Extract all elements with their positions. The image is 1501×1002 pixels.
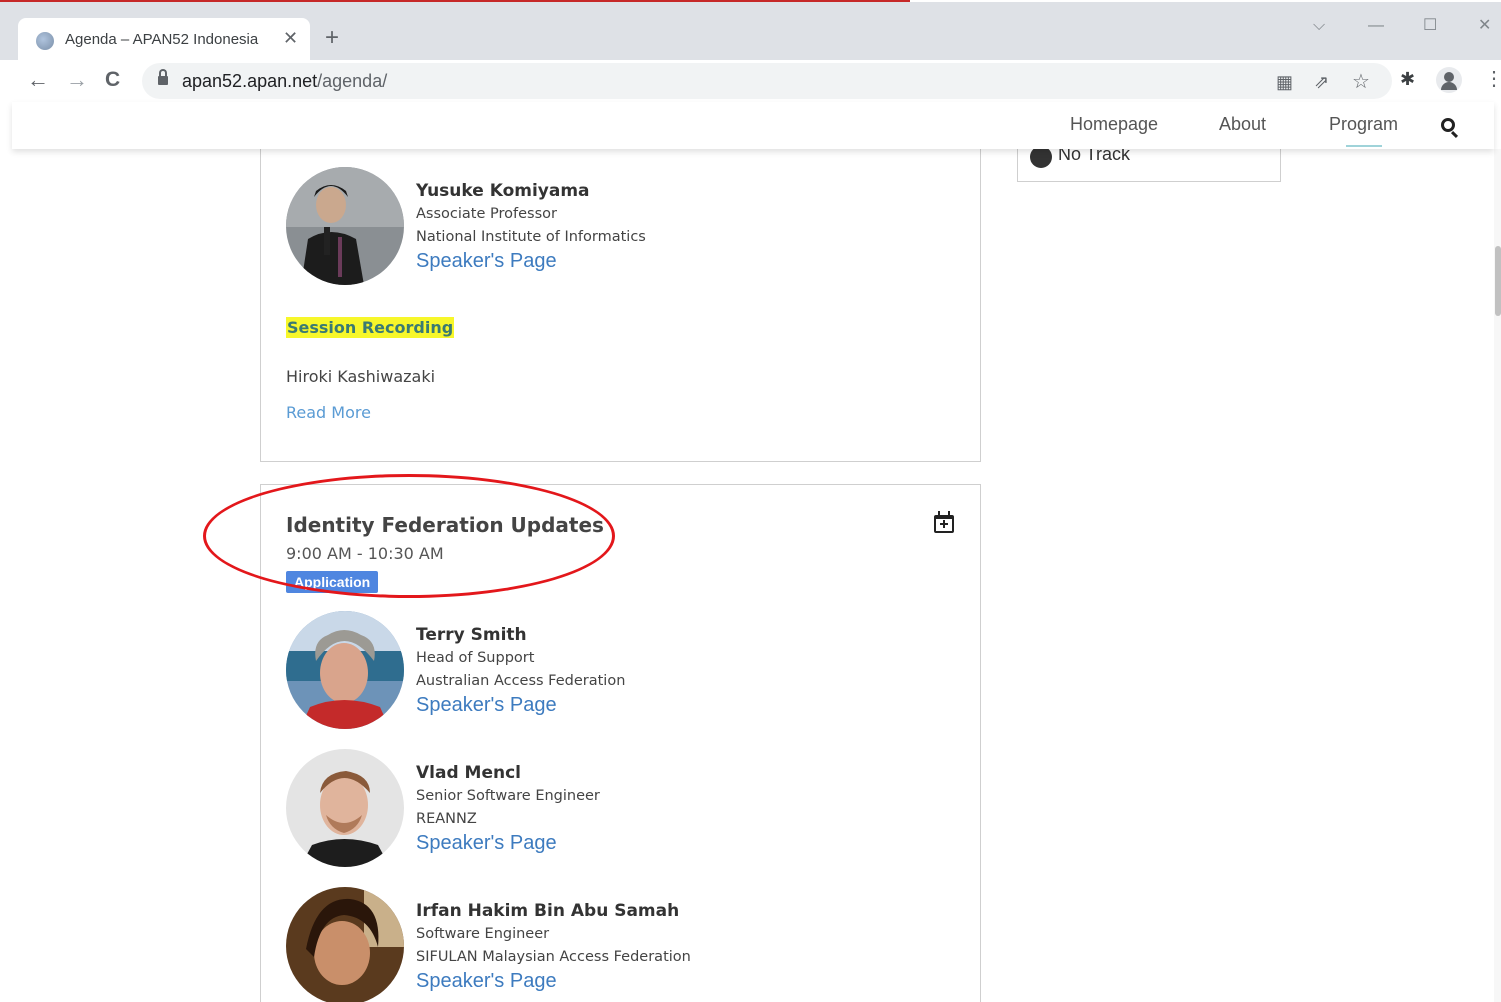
nav-about[interactable]: About <box>1219 114 1266 135</box>
speaker-page-link[interactable]: Speaker's Page <box>416 694 557 717</box>
session-recording-link[interactable]: Session Recording <box>286 317 455 338</box>
profile-icon[interactable] <box>1436 67 1462 93</box>
url-text[interactable]: apan52.apan.net/agenda/ <box>182 71 387 92</box>
nav-homepage[interactable]: Homepage <box>1070 114 1158 135</box>
new-tab-button[interactable]: + <box>325 26 339 50</box>
extensions-icon[interactable]: ✱ <box>1400 68 1415 90</box>
speaker-org: REANNZ <box>416 811 477 827</box>
translate-icon[interactable]: ▦ <box>1276 71 1293 93</box>
forward-button[interactable]: → <box>66 66 88 94</box>
maximize-button[interactable]: ☐ <box>1423 16 1437 36</box>
speaker-name: Terry Smith <box>416 625 527 645</box>
window-close-button[interactable]: ✕ <box>1478 16 1491 36</box>
site-header: Homepage About Program <box>12 102 1494 149</box>
speaker-org: SIFULAN Malaysian Access Federation <box>416 949 691 965</box>
speaker-title: Associate Professor <box>416 206 557 222</box>
speaker-entry: Irfan Hakim Bin Abu Samah Software Engin… <box>286 887 886 1002</box>
speaker-page-link[interactable]: Speaker's Page <box>416 250 557 273</box>
share-icon[interactable]: ⇗ <box>1314 71 1329 93</box>
speaker-name: Vlad Mencl <box>416 763 521 783</box>
speaker-title: Head of Support <box>416 650 535 666</box>
session-title[interactable]: Identity Federation Updates <box>286 513 604 537</box>
back-button[interactable]: ← <box>27 66 49 94</box>
speaker-avatar <box>286 887 404 1002</box>
speaker-org: National Institute of Informatics <box>416 229 646 245</box>
lock-icon[interactable] <box>158 69 168 86</box>
speaker-entry: Yusuke Komiyama Associate Professor Nati… <box>286 167 886 287</box>
speaker-page-link[interactable]: Speaker's Page <box>416 832 557 855</box>
track-badge[interactable]: Application <box>286 571 379 593</box>
speaker-entry: Terry Smith Head of Support Australian A… <box>286 611 886 731</box>
speaker-entry: Vlad Mencl Senior Software Engineer REAN… <box>286 749 886 869</box>
speaker-title: Senior Software Engineer <box>416 788 600 804</box>
reload-button[interactable]: C <box>105 66 120 94</box>
speaker-org: Australian Access Federation <box>416 673 626 689</box>
tab-close-icon[interactable]: ✕ <box>283 28 298 48</box>
menu-icon[interactable]: ⋮ <box>1484 68 1501 90</box>
speaker-avatar <box>286 611 404 729</box>
speaker-name: Irfan Hakim Bin Abu Samah <box>416 901 680 921</box>
browser-tab-strip: Agenda – APAN52 Indonesia ✕ + ⌵ — ☐ ✕ <box>0 2 1501 60</box>
speaker-page-link[interactable]: Speaker's Page <box>416 970 557 993</box>
active-nav-indicator <box>1346 145 1382 147</box>
tab-search-icon[interactable]: ⌵ <box>1313 16 1325 36</box>
session-card: Yusuke Komiyama Associate Professor Nati… <box>260 120 981 462</box>
browser-toolbar: ← → C apan52.apan.net/agenda/ ▦ ⇗ ☆ ✱ ⋮ <box>0 60 1501 102</box>
speaker-avatar <box>286 749 404 867</box>
nav-program[interactable]: Program <box>1329 114 1398 135</box>
address-bar[interactable]: apan52.apan.net/agenda/ ▦ ⇗ ☆ <box>142 63 1392 99</box>
add-to-calendar-icon[interactable] <box>934 511 954 533</box>
read-more-link[interactable]: Read More <box>286 403 371 422</box>
search-icon[interactable] <box>1441 118 1455 132</box>
session-time: 9:00 AM - 10:30 AM <box>286 544 444 563</box>
speaker-title: Software Engineer <box>416 926 550 942</box>
session-card: Identity Federation Updates 9:00 AM - 10… <box>260 484 981 1002</box>
scrollbar-thumb[interactable] <box>1495 246 1501 316</box>
no-track-dot-icon <box>1030 146 1052 168</box>
minimize-button[interactable]: — <box>1368 16 1384 36</box>
session-chair: Hiroki Kashiwazaki <box>286 367 436 386</box>
favicon-icon <box>36 32 54 50</box>
speaker-name: Yusuke Komiyama <box>416 181 590 201</box>
speaker-avatar <box>286 167 404 285</box>
browser-tab[interactable]: Agenda – APAN52 Indonesia ✕ <box>18 18 310 60</box>
tab-title: Agenda – APAN52 Indonesia <box>65 31 259 48</box>
star-icon[interactable]: ☆ <box>1352 71 1370 93</box>
